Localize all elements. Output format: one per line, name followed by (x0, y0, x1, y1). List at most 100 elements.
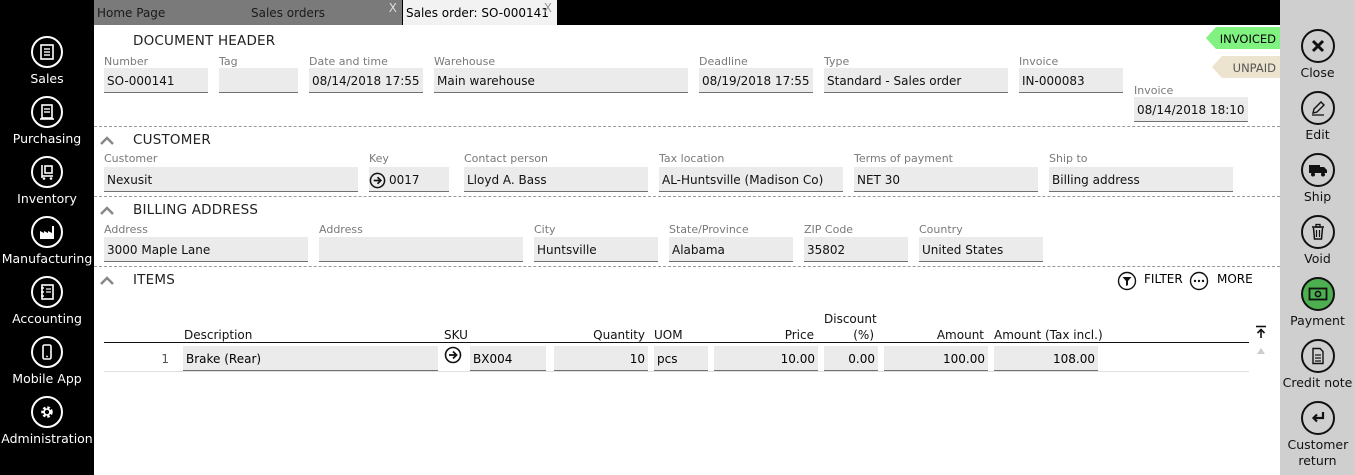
nav-item-sales[interactable]: Sales (0, 36, 94, 86)
country-field[interactable]: United States (919, 237, 1043, 262)
action-label: Customer return (1287, 437, 1349, 468)
mobile-app-icon (31, 336, 63, 368)
return-icon (1300, 401, 1335, 435)
nav-label: Inventory (17, 191, 77, 206)
nav-item-manufacturing[interactable]: Manufacturing (0, 216, 94, 266)
edit-button[interactable]: Edit (1280, 91, 1355, 143)
tag-field[interactable] (219, 68, 298, 93)
section-title: CUSTOMER (133, 132, 211, 148)
address-label: Address (104, 223, 148, 236)
tab-label: Sales orders (251, 6, 326, 20)
collapse-chevron-icon[interactable] (99, 136, 115, 146)
scroll-up-icon[interactable] (1257, 348, 1265, 354)
truck-icon (1300, 153, 1335, 187)
invoiced-status-badge: INVOICED (1206, 27, 1280, 49)
column-header-sku[interactable]: SKU (444, 328, 468, 342)
amount-cell[interactable]: 100.00 (884, 346, 988, 371)
collapse-chevron-icon[interactable] (99, 206, 115, 216)
contact-person-label: Contact person (464, 152, 548, 165)
address-2-label: Address (319, 223, 363, 236)
key-label: Key (369, 152, 389, 165)
sales-icon (31, 36, 63, 68)
tab-label: Sales order: SO-000141 (406, 6, 549, 20)
column-header-amount[interactable]: Amount (884, 328, 984, 342)
ship-button[interactable]: Ship (1280, 153, 1355, 205)
column-header-quantity[interactable]: Quantity (554, 328, 645, 342)
tab-close-button[interactable]: X (389, 1, 397, 15)
tab-sales-order-so-000141[interactable]: Sales order: SO-000141 X (403, 0, 557, 25)
ship-to-label: Ship to (1049, 152, 1088, 165)
ship-to-field[interactable]: Billing address (1049, 167, 1233, 192)
discount-cell[interactable]: 0.00 (824, 346, 878, 371)
edit-icon (1300, 91, 1335, 125)
deadline-field[interactable]: 08/19/2018 17:55 (699, 68, 813, 93)
accounting-icon (31, 276, 63, 308)
column-header-description[interactable]: Description (184, 328, 252, 342)
description-cell[interactable]: Brake (Rear) (183, 346, 438, 371)
tax-location-field[interactable]: AL-Huntsville (Madison Co) (659, 167, 843, 192)
tab-sales-orders[interactable]: Sales orders X (248, 0, 402, 25)
close-button[interactable]: Close (1280, 29, 1355, 81)
credit-note-button[interactable]: Credit note (1280, 339, 1355, 391)
terms-of-payment-label: Terms of payment (854, 152, 953, 165)
filter-icon (1117, 271, 1137, 291)
quantity-cell[interactable]: 10 (554, 346, 648, 371)
tab-strip: Home Page Sales orders X Sales order: SO… (94, 0, 1280, 25)
nav-item-accounting[interactable]: Accounting (0, 276, 94, 326)
nav-item-purchasing[interactable]: Purchasing (0, 96, 94, 146)
collapse-chevron-icon[interactable] (99, 276, 115, 286)
invoice-date-field[interactable]: 08/14/2018 18:10 (1134, 97, 1248, 122)
customer-return-button[interactable]: Customer return (1280, 401, 1355, 469)
city-field[interactable]: Huntsville (534, 237, 658, 262)
type-field[interactable]: Standard - Sales order (824, 68, 1008, 93)
left-navigation: Sales Purchasing Inventory Manufacturing… (0, 0, 94, 475)
action-label: Ship (1303, 189, 1332, 204)
zip-code-field[interactable]: 35802 (804, 237, 908, 262)
nav-item-inventory[interactable]: Inventory (0, 156, 94, 206)
section-title: BILLING ADDRESS (133, 202, 259, 218)
state-field[interactable]: Alabama (669, 237, 793, 262)
nav-item-administration[interactable]: Administration (0, 396, 94, 446)
column-header-uom[interactable]: UOM (654, 328, 683, 342)
action-label: Void (1304, 251, 1331, 266)
sku-cell[interactable]: BX004 (470, 346, 546, 371)
nav-label: Sales (30, 71, 64, 86)
deadline-label: Deadline (699, 55, 748, 68)
billing-address-section: BILLING ADDRESS Address 3000 Maple Lane … (94, 197, 1280, 267)
arrow-right-circle-icon[interactable] (369, 172, 386, 189)
warehouse-field[interactable]: Main warehouse (434, 68, 688, 93)
amount-tax-cell[interactable]: 108.00 (994, 346, 1098, 371)
action-label: Edit (1305, 127, 1330, 142)
price-cell[interactable]: 10.00 (714, 346, 818, 371)
column-header-price[interactable]: Price (714, 328, 814, 342)
column-header-discount[interactable]: Discount (824, 312, 877, 326)
number-label: Number (104, 55, 149, 68)
nav-label: Administration (1, 431, 93, 446)
customer-label: Customer (104, 152, 158, 165)
contact-person-field[interactable]: Lloyd A. Bass (464, 167, 648, 192)
section-title: DOCUMENT HEADER (133, 33, 276, 49)
terms-of-payment-field[interactable]: NET 30 (854, 167, 1038, 192)
purchasing-icon (31, 96, 63, 128)
payment-icon (1300, 277, 1335, 311)
address-2-field[interactable] (319, 237, 523, 262)
tab-home-page[interactable]: Home Page (94, 0, 248, 25)
address-field[interactable]: 3000 Maple Lane (104, 237, 308, 262)
number-field[interactable]: SO-000141 (104, 68, 208, 93)
customer-field[interactable]: Nexusit (104, 167, 358, 192)
scroll-to-top-icon[interactable] (1255, 325, 1267, 339)
payment-button[interactable]: Payment (1280, 277, 1355, 329)
column-header-amount-tax[interactable]: Amount (Tax incl.) (994, 328, 1103, 342)
table-row[interactable] (104, 371, 1249, 372)
state-label: State/Province (669, 223, 749, 236)
nav-item-mobile-app[interactable]: Mobile App (0, 336, 94, 386)
tab-close-button[interactable]: X (544, 1, 552, 15)
action-label: Close (1300, 65, 1335, 80)
void-button[interactable]: Void (1280, 215, 1355, 267)
uom-cell[interactable]: pcs (654, 346, 708, 371)
date-time-field[interactable]: 08/14/2018 17:55 (309, 68, 423, 93)
close-icon (1300, 29, 1335, 63)
city-label: City (534, 223, 556, 236)
invoice-field[interactable]: IN-000083 (1019, 68, 1123, 93)
arrow-right-circle-icon[interactable] (444, 346, 462, 364)
